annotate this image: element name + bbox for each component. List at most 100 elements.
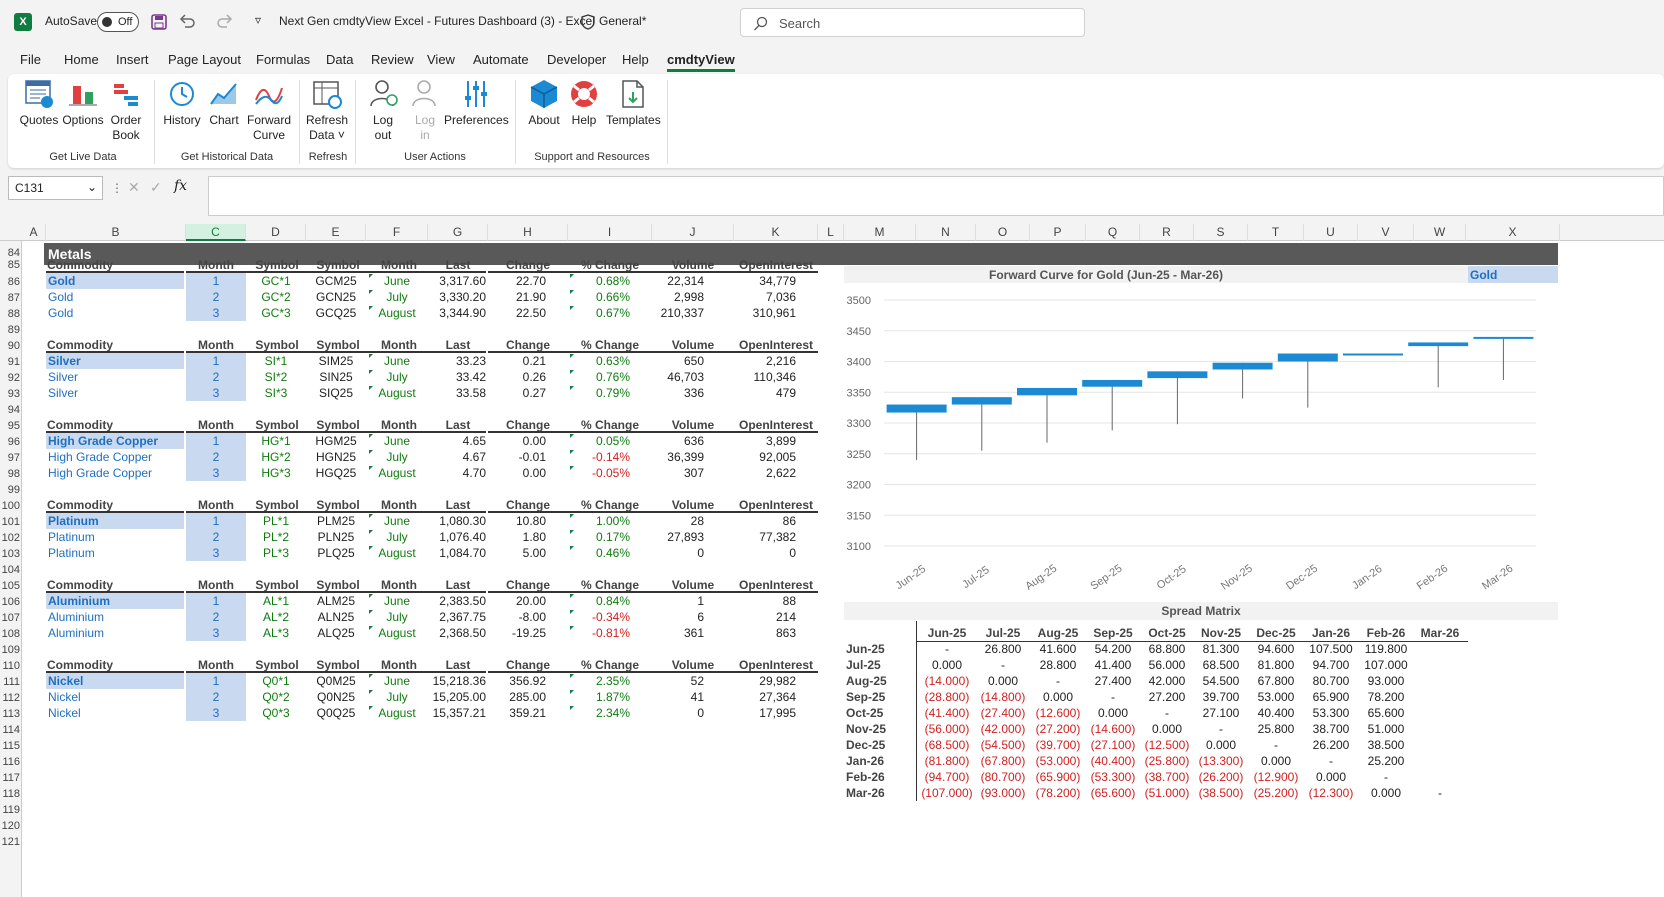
spread-header-cell[interactable]: Feb-26 [1358,625,1414,641]
spread-cell[interactable]: - [1140,705,1194,721]
table-cell[interactable]: August [366,385,428,401]
column-header-o[interactable]: O [976,224,1030,241]
table-header-cell[interactable]: Symbol [308,417,368,433]
spread-cell[interactable]: 81.300 [1194,641,1248,657]
table-header-cell[interactable]: Month [186,417,246,433]
table-cell[interactable]: 2.35% [568,673,630,689]
table-header-cell[interactable]: Symbol [308,657,368,673]
spread-cell[interactable]: 67.800 [1248,673,1304,689]
spread-cell[interactable]: 107.500 [1304,641,1358,657]
table-cell[interactable]: 0.67% [568,305,630,321]
spread-row-label[interactable]: Jan-26 [846,753,916,769]
spread-cell[interactable]: (56.000) [918,721,976,737]
spread-cell[interactable]: 68.500 [1194,657,1248,673]
spread-cell[interactable]: 0.000 [1086,705,1140,721]
spread-cell[interactable]: - [1414,785,1466,801]
table-cell[interactable]: June [366,673,428,689]
table-header-cell[interactable]: Volume [652,417,734,433]
table-cell[interactable]: 1 [186,593,246,609]
about-button[interactable]: About [524,78,564,128]
spread-cell[interactable]: (38.700) [1140,769,1194,785]
table-cell[interactable]: High Grade Copper [46,449,184,465]
table-header-cell[interactable]: Volume [652,337,734,353]
row-header[interactable]: 116 [0,754,22,770]
table-header-cell[interactable]: Change [488,497,568,513]
row-header[interactable]: 89 [0,322,22,338]
row-header[interactable]: 109 [0,642,22,658]
table-cell[interactable]: 22.70 [488,273,546,289]
row-header[interactable]: 120 [0,818,22,834]
table-header-cell[interactable]: Month [368,577,430,593]
table-cell[interactable]: 33.23 [428,353,486,369]
spread-cell[interactable]: - [1030,673,1086,689]
table-header-cell[interactable]: Month [368,417,430,433]
table-cell[interactable]: 3,330.20 [428,289,486,305]
table-cell[interactable]: 0.21 [488,353,546,369]
spread-row-label[interactable]: Mar-26 [846,785,916,801]
table-cell[interactable]: 2 [186,529,246,545]
column-header-f[interactable]: F [366,224,428,241]
table-header-cell[interactable]: % Change [568,497,652,513]
spread-cell[interactable]: 65.900 [1304,689,1358,705]
table-cell[interactable]: 1.80 [488,529,546,545]
row-header[interactable]: 97 [0,450,22,466]
table-header-cell[interactable]: Volume [652,257,734,273]
spread-cell[interactable]: (41.400) [918,705,976,721]
spread-header-cell[interactable]: Aug-25 [1030,625,1086,641]
table-cell[interactable]: Platinum [46,545,184,561]
row-header[interactable]: 118 [0,786,22,802]
table-cell[interactable]: 52 [652,673,704,689]
table-cell[interactable]: 1 [186,513,246,529]
table-cell[interactable]: 0.27 [488,385,546,401]
cancel-icon[interactable]: ✕ [128,179,140,196]
forward-curve-chart[interactable]: Forward Curve for Gold (Jun-25 - Mar-26)… [844,266,1558,594]
search-box[interactable]: Search [740,8,1085,37]
table-cell[interactable]: Aluminium [46,609,184,625]
table-cell[interactable]: 0 [734,545,796,561]
table-cell[interactable]: GCM25 [306,273,366,289]
table-cell[interactable]: 4.67 [428,449,486,465]
table-cell[interactable]: Q0N25 [306,689,366,705]
table-cell[interactable]: 3 [186,465,246,481]
table-cell[interactable]: SI*1 [246,353,306,369]
templates-button[interactable]: Templates [606,78,661,128]
table-cell[interactable]: 0 [652,705,704,721]
row-header[interactable]: 92 [0,370,22,386]
table-cell[interactable]: 359.21 [488,705,546,721]
spread-cell[interactable]: 0.000 [976,673,1030,689]
table-cell[interactable]: 214 [734,609,796,625]
row-header[interactable]: 98 [0,466,22,482]
spread-cell[interactable]: (25.800) [1140,753,1194,769]
table-cell[interactable]: 0.17% [568,529,630,545]
spread-header-cell[interactable]: Mar-26 [1414,625,1466,641]
table-cell[interactable]: -0.01 [488,449,546,465]
forward-curve-button[interactable]: Forward Curve [246,78,292,143]
table-cell[interactable]: PLN25 [306,529,366,545]
table-cell[interactable]: 1,076.40 [428,529,486,545]
table-header-cell[interactable]: Month [368,337,430,353]
column-header-c[interactable]: C [186,224,246,241]
table-cell[interactable]: 0.84% [568,593,630,609]
table-cell[interactable]: ALN25 [306,609,366,625]
table-cell[interactable]: 1,080.30 [428,513,486,529]
spread-cell[interactable] [1414,673,1466,689]
spread-cell[interactable]: - [1248,737,1304,753]
table-cell[interactable]: July [366,449,428,465]
table-cell[interactable]: PLM25 [306,513,366,529]
table-cell[interactable]: 3,317.60 [428,273,486,289]
table-cell[interactable]: 0.66% [568,289,630,305]
table-cell[interactable]: 3,344.90 [428,305,486,321]
table-cell[interactable]: Q0M25 [306,673,366,689]
name-box[interactable]: C131 ⌄ [8,176,103,200]
table-header-cell[interactable]: Commodity [46,417,184,433]
table-header-cell[interactable]: Commodity [46,257,184,273]
table-cell[interactable]: Nickel [46,673,184,689]
column-header-i[interactable]: I [568,224,652,241]
table-header-cell[interactable]: % Change [568,577,652,593]
row-header[interactable]: 86 [0,274,22,290]
spread-cell[interactable]: 27.200 [1140,689,1194,705]
column-header-t[interactable]: T [1248,224,1304,241]
column-header-e[interactable]: E [306,224,366,241]
table-cell[interactable]: August [366,545,428,561]
table-cell[interactable]: 6 [652,609,704,625]
